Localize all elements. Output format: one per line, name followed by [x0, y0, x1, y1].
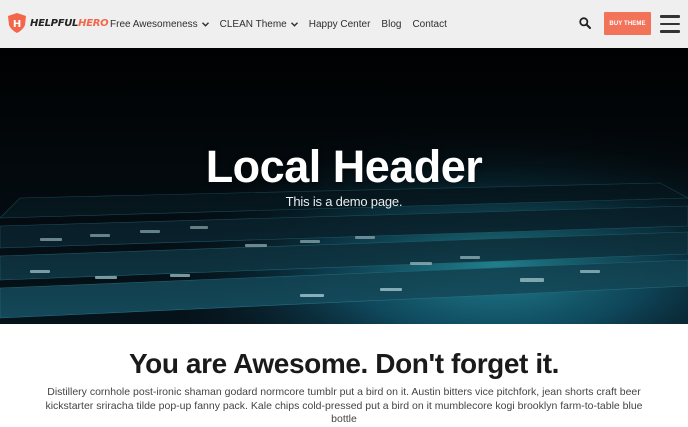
site-logo[interactable]: H HELPFULHERO: [8, 13, 109, 33]
buy-theme-button[interactable]: BUY THEME: [604, 12, 651, 35]
logo-text: HELPFULHERO: [30, 17, 109, 29]
chevron-down-icon: [201, 21, 209, 27]
hamburger-menu-icon[interactable]: [660, 15, 680, 33]
nav-item-happy-center[interactable]: Happy Center: [309, 19, 371, 30]
hero-subtitle: This is a demo page.: [285, 194, 403, 209]
nav-item-label: Free Awesomeness: [110, 18, 198, 30]
content-title: You are Awesome. Don't forget it.: [128, 348, 560, 379]
nav-item-label: Contact: [412, 18, 447, 30]
logo-text-part1: HELPFUL: [30, 17, 79, 29]
search-icon[interactable]: [579, 17, 591, 29]
hero-shield-icon: H: [8, 13, 26, 33]
hero-title: Local Header: [205, 141, 483, 192]
nav-item-label: Blog: [381, 18, 402, 30]
nav-item-clean-theme[interactable]: CLEAN Theme: [220, 19, 298, 30]
content-body: Distillery cornhole post-ironic shaman g…: [45, 386, 643, 425]
chevron-down-icon: [290, 21, 298, 27]
nav-item-blog[interactable]: Blog: [381, 19, 401, 30]
logo-letter: H: [13, 19, 21, 30]
site-header: H HELPFULHERO Free Awesomeness CLEAN The…: [0, 0, 688, 48]
nav-item-label: CLEAN Theme: [219, 18, 287, 30]
nav-item-free-awesomeness[interactable]: Free Awesomeness: [110, 19, 209, 30]
logo-text-part2: HERO: [78, 17, 109, 29]
nav-item-label: Happy Center: [308, 18, 371, 30]
main-nav: Free Awesomeness CLEAN Theme Happy Cente…: [110, 0, 458, 48]
hero-section: Local Header This is a demo page.: [0, 48, 688, 324]
nav-item-contact[interactable]: Contact: [412, 19, 446, 30]
